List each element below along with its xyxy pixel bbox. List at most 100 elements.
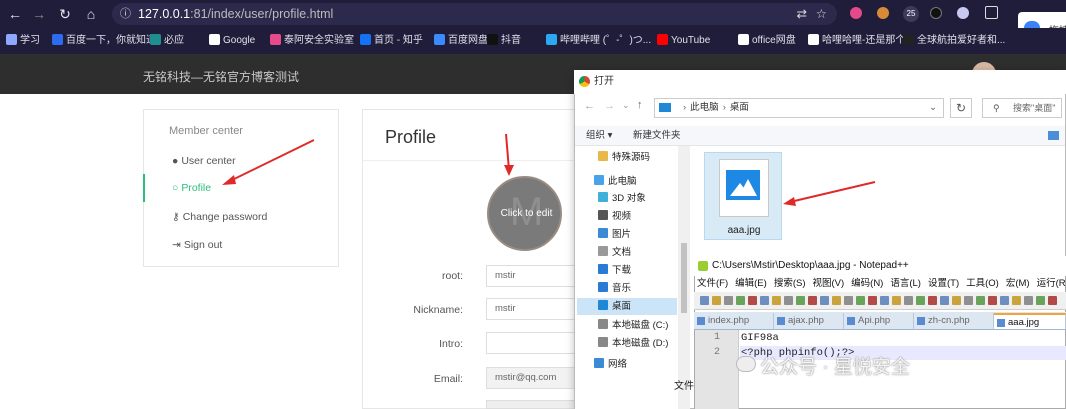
extension-icon[interactable]	[850, 7, 862, 19]
toolbar-button-icon[interactable]	[712, 296, 721, 305]
toolbar-button-icon[interactable]	[808, 296, 817, 305]
avatar-upload[interactable]: M Click to edit	[487, 176, 562, 251]
file-tab[interactable]: ajax.php	[774, 313, 844, 329]
extensions-puzzle-icon[interactable]	[985, 6, 998, 19]
scroll-thumb[interactable]	[681, 243, 687, 313]
menu-item[interactable]: 设置(T)	[928, 278, 959, 289]
toolbar-button-icon[interactable]	[772, 296, 781, 305]
dialog-search-input[interactable]: ⚲ 搜索"桌面"	[982, 98, 1062, 118]
sidebar-item-sign-out[interactable]: ⇥ Sign out	[172, 239, 222, 251]
tree-item[interactable]: 下载	[598, 263, 631, 279]
tree-item[interactable]: 本地磁盘 (D:)	[598, 336, 668, 352]
file-tab[interactable]: zh-cn.php	[914, 313, 994, 329]
menu-item[interactable]: 文件(F)	[697, 278, 728, 289]
file-tab[interactable]: Api.php	[844, 313, 914, 329]
address-bar[interactable]: ⓘ 127.0.0.1:81/index/user/profile.html ⇄…	[112, 3, 837, 25]
toolbar-button-icon[interactable]	[1048, 296, 1057, 305]
view-options-icon[interactable]	[1048, 131, 1059, 140]
bookmark-item[interactable]: office网盘	[738, 33, 796, 49]
toolbar-button-icon[interactable]	[844, 296, 853, 305]
tree-item[interactable]: 网络	[594, 357, 627, 373]
bookmark-item[interactable]: 学习	[6, 33, 40, 49]
toolbar-button-icon[interactable]	[880, 296, 889, 305]
tree-item[interactable]: 桌面	[598, 299, 631, 315]
new-folder-button[interactable]: 新建文件夹	[633, 126, 681, 146]
tree-item[interactable]: 图片	[598, 227, 631, 243]
extension-icon[interactable]	[877, 7, 889, 19]
toolbar-button-icon[interactable]	[952, 296, 961, 305]
tree-item[interactable]: 视频	[598, 209, 631, 225]
toolbar-button-icon[interactable]	[856, 296, 865, 305]
menu-item[interactable]: 编码(N)	[851, 278, 883, 289]
bookmark-item[interactable]: 泰阿安全实验室	[270, 33, 354, 49]
extension-icon[interactable]	[957, 7, 969, 19]
toolbar-button-icon[interactable]	[832, 296, 841, 305]
toolbar-button-icon[interactable]	[700, 296, 709, 305]
next-field[interactable]	[486, 400, 581, 409]
menu-item[interactable]: 视图(V)	[812, 278, 844, 289]
toolbar-button-icon[interactable]	[940, 296, 949, 305]
toolbar-button-icon[interactable]	[988, 296, 997, 305]
menu-item[interactable]: 编辑(E)	[735, 278, 767, 289]
menu-item[interactable]: 宏(M)	[1006, 278, 1030, 289]
bookmark-item[interactable]: 哔哩哔哩 (゜-゜)つ...	[546, 33, 651, 49]
home-icon[interactable]: ⌂	[82, 5, 100, 23]
translate-icon[interactable]: ⇄	[797, 3, 807, 25]
bookmark-item[interactable]: 全球航拍爱好者和...	[903, 33, 1005, 49]
toolbar-button-icon[interactable]	[796, 296, 805, 305]
file-item[interactable]: aaa.jpg	[704, 152, 782, 240]
tree-scrollbar[interactable]	[678, 146, 690, 409]
root-field[interactable]: mstir	[486, 265, 581, 287]
site-info-icon[interactable]: ⓘ	[120, 3, 131, 25]
nickname-field[interactable]: mstir	[486, 298, 581, 320]
refresh-icon[interactable]: ↻	[950, 98, 972, 118]
toolbar-button-icon[interactable]	[1024, 296, 1033, 305]
code-line[interactable]: GIF98a	[741, 332, 779, 344]
toolbar-button-icon[interactable]	[868, 296, 877, 305]
bookmark-item[interactable]: 必应	[150, 33, 184, 49]
menu-item[interactable]: 工具(O)	[966, 278, 999, 289]
toolbar-button-icon[interactable]	[760, 296, 769, 305]
email-field[interactable]: mstir@qq.com	[486, 367, 581, 389]
toolbar-button-icon[interactable]	[976, 296, 985, 305]
extension-icon[interactable]	[930, 7, 942, 19]
back-icon[interactable]: ←	[584, 100, 595, 112]
bookmark-item[interactable]: 抖音	[487, 33, 521, 49]
bookmark-item[interactable]: YouTube	[657, 33, 710, 49]
bookmark-item[interactable]: 百度一下，你就知道	[52, 33, 156, 49]
back-icon[interactable]: ←	[6, 5, 24, 23]
toolbar-button-icon[interactable]	[892, 296, 901, 305]
bookmark-star-icon[interactable]: ☆	[816, 3, 827, 25]
toolbar-button-icon[interactable]	[904, 296, 913, 305]
menu-item[interactable]: 运行(R)	[1037, 278, 1066, 289]
tree-item[interactable]: 特殊源码	[598, 150, 650, 166]
bookmark-item[interactable]: 首页 - 知乎	[360, 33, 423, 49]
intro-field[interactable]	[486, 332, 581, 354]
forward-icon[interactable]: →	[604, 100, 615, 112]
chevron-down-icon[interactable]: ⌄	[929, 99, 937, 117]
tree-item[interactable]: 文档	[598, 245, 631, 261]
sidebar-item-user-center[interactable]: ● User center	[172, 155, 236, 167]
bookmark-item[interactable]: 哈哩哈哩-还是那个...	[808, 33, 914, 49]
toolbar-button-icon[interactable]	[736, 296, 745, 305]
toolbar-button-icon[interactable]	[748, 296, 757, 305]
breadcrumb-item[interactable]: 桌面	[730, 102, 749, 113]
tree-item[interactable]: 本地磁盘 (C:)	[598, 318, 668, 334]
toolbar-button-icon[interactable]	[1012, 296, 1021, 305]
menu-item[interactable]: 语言(L)	[890, 278, 921, 289]
sidebar-item-profile[interactable]: ○ Profile	[172, 182, 211, 194]
up-icon[interactable]: ↑	[637, 99, 643, 111]
breadcrumb-item[interactable]: 此电脑	[690, 102, 719, 113]
toolbar-button-icon[interactable]	[928, 296, 937, 305]
toolbar-button-icon[interactable]	[916, 296, 925, 305]
toolbar-button-icon[interactable]	[1036, 296, 1045, 305]
toolbar-button-icon[interactable]	[1000, 296, 1009, 305]
tree-item[interactable]: 音乐	[598, 281, 631, 297]
badge-count-icon[interactable]: 25	[903, 6, 919, 22]
toolbar-button-icon[interactable]	[724, 296, 733, 305]
toolbar-button-icon[interactable]	[820, 296, 829, 305]
sidebar-item-change-password[interactable]: ⚷ Change password	[172, 211, 267, 223]
tree-item[interactable]: 此电脑	[594, 174, 637, 190]
site-title[interactable]: 无铭科技—无铭官方博客测试	[143, 68, 299, 85]
menu-item[interactable]: 搜索(S)	[774, 278, 806, 289]
